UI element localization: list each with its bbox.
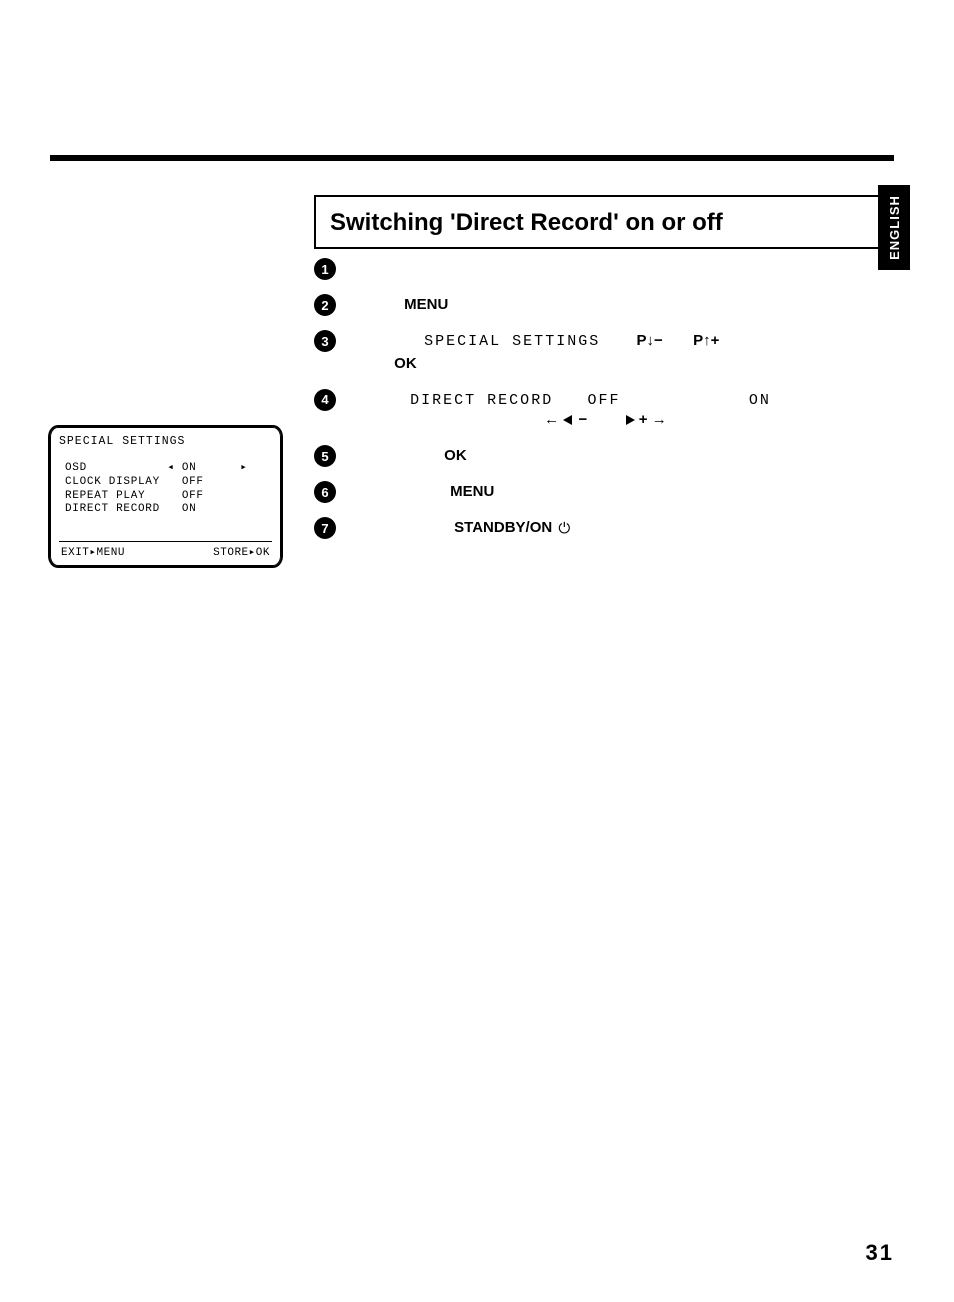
page-number: 31 bbox=[866, 1240, 894, 1266]
step-3: 3 SPECIAL SETTINGS P↓− P↑+ OK bbox=[314, 330, 854, 375]
menu-label-2: MENU bbox=[450, 483, 494, 500]
osd-row-repeat: REPEAT PLAY OFF bbox=[65, 490, 274, 504]
off-label: OFF bbox=[588, 392, 621, 409]
osd-footer-exit: EXIT▸MENU bbox=[61, 545, 125, 559]
step-bullet-2: 2 bbox=[314, 294, 336, 316]
osd-panel: SPECIAL SETTINGS OSD ◂ ON ▸ CLOCK DISPLA… bbox=[48, 425, 283, 568]
on-label: ON bbox=[749, 392, 771, 409]
step-2: 2 MENU bbox=[314, 294, 854, 316]
special-settings-label: SPECIAL SETTINGS bbox=[424, 333, 600, 350]
osd-divider bbox=[59, 541, 272, 542]
standby-on-label: STANDBY/ON bbox=[454, 519, 552, 536]
step-bullet-4: 4 bbox=[314, 389, 336, 411]
step-bullet-6: 6 bbox=[314, 481, 336, 503]
left-arrow-icon: ← bbox=[544, 411, 559, 428]
ok-label-2: OK bbox=[444, 447, 467, 464]
step-4: 4 DIRECT RECORD OFF ON ← − + bbox=[314, 389, 854, 432]
menu-button-label: MENU bbox=[404, 296, 448, 313]
right-arrow-icon: → bbox=[652, 411, 667, 428]
triangle-left-icon bbox=[563, 415, 572, 425]
osd-row-direct: DIRECT RECORD ON bbox=[65, 503, 274, 517]
p-down-minus: P↓− bbox=[637, 332, 663, 349]
step-bullet-5: 5 bbox=[314, 445, 336, 467]
step-bullet-1: 1 bbox=[314, 258, 336, 280]
osd-title: SPECIAL SETTINGS bbox=[59, 435, 274, 448]
step-1: 1 bbox=[314, 258, 854, 280]
top-horizontal-rule bbox=[50, 155, 894, 161]
ok-label-1: OK bbox=[394, 355, 417, 372]
minus-label: − bbox=[579, 411, 588, 428]
section-title: Switching 'Direct Record' on or off bbox=[330, 209, 868, 237]
power-icon: ⏻ bbox=[558, 520, 570, 537]
osd-rows: OSD ◂ ON ▸ CLOCK DISPLAY OFF REPEAT PLAY… bbox=[65, 462, 274, 517]
step-5: 5 OK bbox=[314, 445, 854, 467]
language-label: ENGLISH bbox=[887, 195, 902, 260]
section-heading-box: Switching 'Direct Record' on or off bbox=[314, 195, 884, 249]
triangle-right-icon bbox=[626, 415, 635, 425]
step-7: 7 STANDBY/ON ⏻ bbox=[314, 517, 854, 540]
step-6: 6 MENU bbox=[314, 481, 854, 503]
p-up-plus: P↑+ bbox=[693, 332, 719, 349]
direct-record-label: DIRECT RECORD bbox=[410, 392, 553, 409]
step-list: 1 2 MENU 3 SPECIAL SETTINGS P↓− P↑+ bbox=[314, 258, 854, 554]
step-bullet-3: 3 bbox=[314, 330, 336, 352]
step-bullet-7: 7 bbox=[314, 517, 336, 539]
osd-footer-store: STORE▸OK bbox=[213, 545, 270, 559]
osd-row-clock: CLOCK DISPLAY OFF bbox=[65, 476, 274, 490]
plus-label: + bbox=[639, 411, 648, 428]
osd-row-osd: OSD ◂ ON ▸ bbox=[65, 462, 274, 476]
